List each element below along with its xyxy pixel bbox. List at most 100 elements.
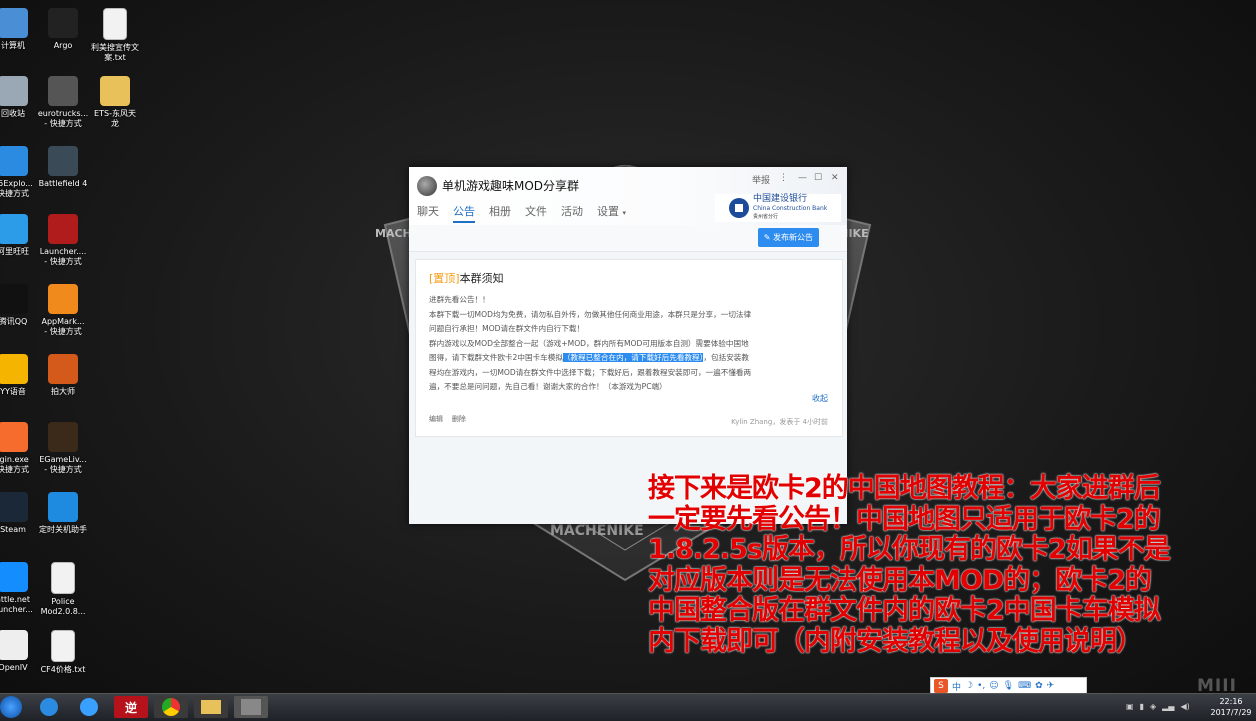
report-link[interactable]: 举报	[752, 173, 770, 186]
caption-line: 中国整合版在群文件内的欧卡2中国卡车模拟	[648, 595, 1161, 626]
pinned-tag: [置顶]	[429, 272, 460, 285]
notice-text: 图得，请下载群文件欧卡2中国卡车模拟	[429, 353, 563, 362]
taskbar-ni-app-icon[interactable]: 逆	[114, 696, 148, 718]
desktop-icon[interactable]: 定时关机助手	[30, 492, 96, 535]
folder-icon	[100, 76, 130, 106]
desktop-icon[interactable]: ETS-东风天 龙	[82, 76, 148, 129]
desktop-icon[interactable]: 拍大师	[30, 354, 96, 397]
recycle-bin-icon	[0, 76, 28, 106]
desktop-icon[interactable]: Launcher.... - 快捷方式	[30, 214, 96, 267]
wallpaper-text: MACHENIKE	[550, 523, 644, 539]
text-file-icon	[51, 630, 75, 662]
caption-line: 接下来是欧卡2的中国地图教程：大家进群后	[648, 473, 1161, 504]
edit-link[interactable]: 编辑	[429, 415, 443, 423]
desktop-icon[interactable]: CF4价格.txt	[30, 630, 96, 675]
desktop-icon-label: AppMark... - 快捷方式	[41, 317, 85, 336]
ime-mode[interactable]: 中	[952, 680, 961, 693]
qq-icon	[0, 284, 28, 314]
battlefield-icon	[48, 146, 78, 176]
tab-album[interactable]: 相册	[489, 203, 511, 223]
qq-window-header: 单机游戏趣味MOD分享群 举报 ⋮ — ☐ ✕ 聊天 公告 相册 文件 活动 设…	[409, 167, 847, 252]
minimize-icon[interactable]: —	[798, 173, 807, 183]
egame-icon	[48, 422, 78, 452]
close-icon[interactable]: ✕	[831, 173, 839, 183]
tray-volume-icon[interactable]: ◀)	[1180, 702, 1189, 711]
notice-text: ，包括安装教	[703, 353, 749, 362]
notice-line: 遍，不要总是问问题，先自己看！谢谢大家的合作！（本游戏为PC端）	[429, 382, 667, 391]
group-title: 单机游戏趣味MOD分享群	[442, 179, 580, 193]
argo-icon	[48, 8, 78, 38]
notice-line: 图得，请下载群文件欧卡2中国卡车模拟（教程已整合在内，请下载好后先看教程），包括…	[429, 351, 831, 366]
start-button[interactable]	[0, 696, 22, 718]
bank-name: 中国建设银行	[753, 193, 808, 204]
notice-line: 问题自行承担！MOD请在群文件内自行下载！	[429, 324, 585, 333]
collapse-link[interactable]: 收起	[812, 393, 828, 404]
taskbar-browser-icon[interactable]	[72, 696, 106, 718]
group-tabs: 聊天 公告 相册 文件 活动 设置 ▾	[417, 203, 626, 223]
bank-logo-icon	[729, 198, 749, 218]
video-caption-overlay: 接下来是欧卡2的中国地图教程：大家进群后 一定要先看公告！中国地图只适用于欧卡2…	[648, 473, 1248, 657]
ie-icon	[0, 146, 28, 176]
edit-icon: ✎	[763, 233, 771, 242]
text-file-icon	[103, 8, 127, 40]
tray-network-icon[interactable]: ▮	[1140, 702, 1144, 711]
maximize-icon[interactable]: ☐	[814, 173, 822, 183]
notice-title-text: 本群须知	[459, 272, 504, 285]
tab-chat[interactable]: 聊天	[417, 203, 439, 223]
wangwang-icon	[0, 214, 28, 244]
desktop-icon[interactable]: AppMark... - 快捷方式	[30, 284, 96, 337]
qq-group-window[interactable]: 单机游戏趣味MOD分享群 举报 ⋮ — ☐ ✕ 聊天 公告 相册 文件 活动 设…	[409, 167, 847, 524]
desktop-icon[interactable]: Police Mod2.0.8...	[30, 562, 96, 617]
desktop-icon-label: EGameLiv... - 快捷方式	[39, 455, 87, 474]
notice-line: 群内游戏以及MOD全部整合一起（游戏+MOD，群内所有MOD可用版本自测）需要体…	[429, 338, 749, 348]
emoji-icon[interactable]: ☺	[989, 681, 998, 691]
notice-line: 程均在游戏内，一切MOD请在群文件中选择下载；下载好后，跟着教程安装即可，一遍不…	[429, 367, 752, 377]
notice-line: 本群下载一切MOD均为免费，请勿私自外传，勿做其他任何商业用途，本群只是分享，一…	[429, 309, 752, 319]
bank-branch: 贵州省分行	[753, 213, 779, 220]
desktop-icon[interactable]: Battlefield 4	[30, 146, 96, 189]
origin-icon	[0, 422, 28, 452]
taskbar-chrome-icon[interactable]	[154, 696, 188, 718]
taskbar-ie-icon[interactable]	[32, 696, 66, 718]
punctuation-icon[interactable]: •,	[977, 681, 985, 691]
chevron-down-icon: ▾	[622, 209, 627, 217]
caption-line: 内下载即可（内附安装教程以及使用说明）	[648, 625, 1143, 657]
desktop-icon-label: Battlefield 4	[38, 179, 88, 188]
voice-icon[interactable]: 🎙	[1003, 681, 1014, 691]
keyboard-icon[interactable]: ⌨	[1018, 681, 1031, 691]
tab-settings[interactable]: 设置 ▾	[597, 203, 626, 223]
desktop-icon-label: 定时关机助手	[39, 525, 87, 534]
bank-ad-banner[interactable]: 中国建设银行 China Construction Bank 贵州省分行	[715, 194, 841, 222]
skin-icon[interactable]: ✿	[1035, 681, 1043, 691]
clock-time: 22:16	[1219, 697, 1243, 706]
battlenet-icon	[0, 562, 28, 592]
desktop-icon[interactable]: EGameLiv... - 快捷方式	[30, 422, 96, 475]
taskbar: 逆 ▣ ▮ ◈ ▂▄ ◀) 22:16 2017/7/29	[0, 693, 1256, 721]
sogou-ime-icon[interactable]: S	[934, 679, 948, 693]
openiv-icon	[0, 630, 28, 660]
desktop-icon[interactable]: 利美搜宣传文 案.txt	[82, 8, 148, 63]
taskbar-explorer-icon[interactable]	[194, 696, 228, 718]
desktop-icon-label: Police Mod2.0.8...	[40, 597, 86, 616]
publish-label: 发布新公告	[773, 233, 813, 242]
publish-notice-button[interactable]: ✎ 发布新公告	[757, 228, 819, 247]
delete-link[interactable]: 删除	[452, 415, 466, 423]
tab-announcement[interactable]: 公告	[453, 203, 475, 223]
bank-name-en: China Construction Bank	[753, 204, 828, 212]
yy-icon	[0, 354, 28, 384]
tab-activity[interactable]: 活动	[561, 203, 583, 223]
notice-highlight: （教程已整合在内，请下载好后先看教程）	[562, 353, 704, 362]
desktop-icon-label: 利美搜宣传文 案.txt	[91, 43, 139, 62]
clock-date: 2017/7/29	[1210, 708, 1252, 717]
group-avatar[interactable]	[417, 176, 437, 196]
settings-menu-icon[interactable]: ⋮	[779, 173, 788, 183]
half-width-icon[interactable]: ☽	[965, 681, 973, 691]
taskbar-game-icon[interactable]	[234, 696, 268, 718]
tab-files[interactable]: 文件	[525, 203, 547, 223]
tools-icon[interactable]: ✈	[1047, 681, 1055, 691]
caption-line: 一定要先看公告！中国地图只适用于欧卡2的	[648, 503, 1161, 535]
taskbar-clock[interactable]: 22:16 2017/7/29	[1208, 696, 1254, 718]
tray-shield-icon[interactable]: ◈	[1150, 702, 1156, 711]
tray-signal-icon[interactable]: ▂▄	[1162, 702, 1174, 711]
tray-app-icon[interactable]: ▣	[1126, 702, 1134, 711]
